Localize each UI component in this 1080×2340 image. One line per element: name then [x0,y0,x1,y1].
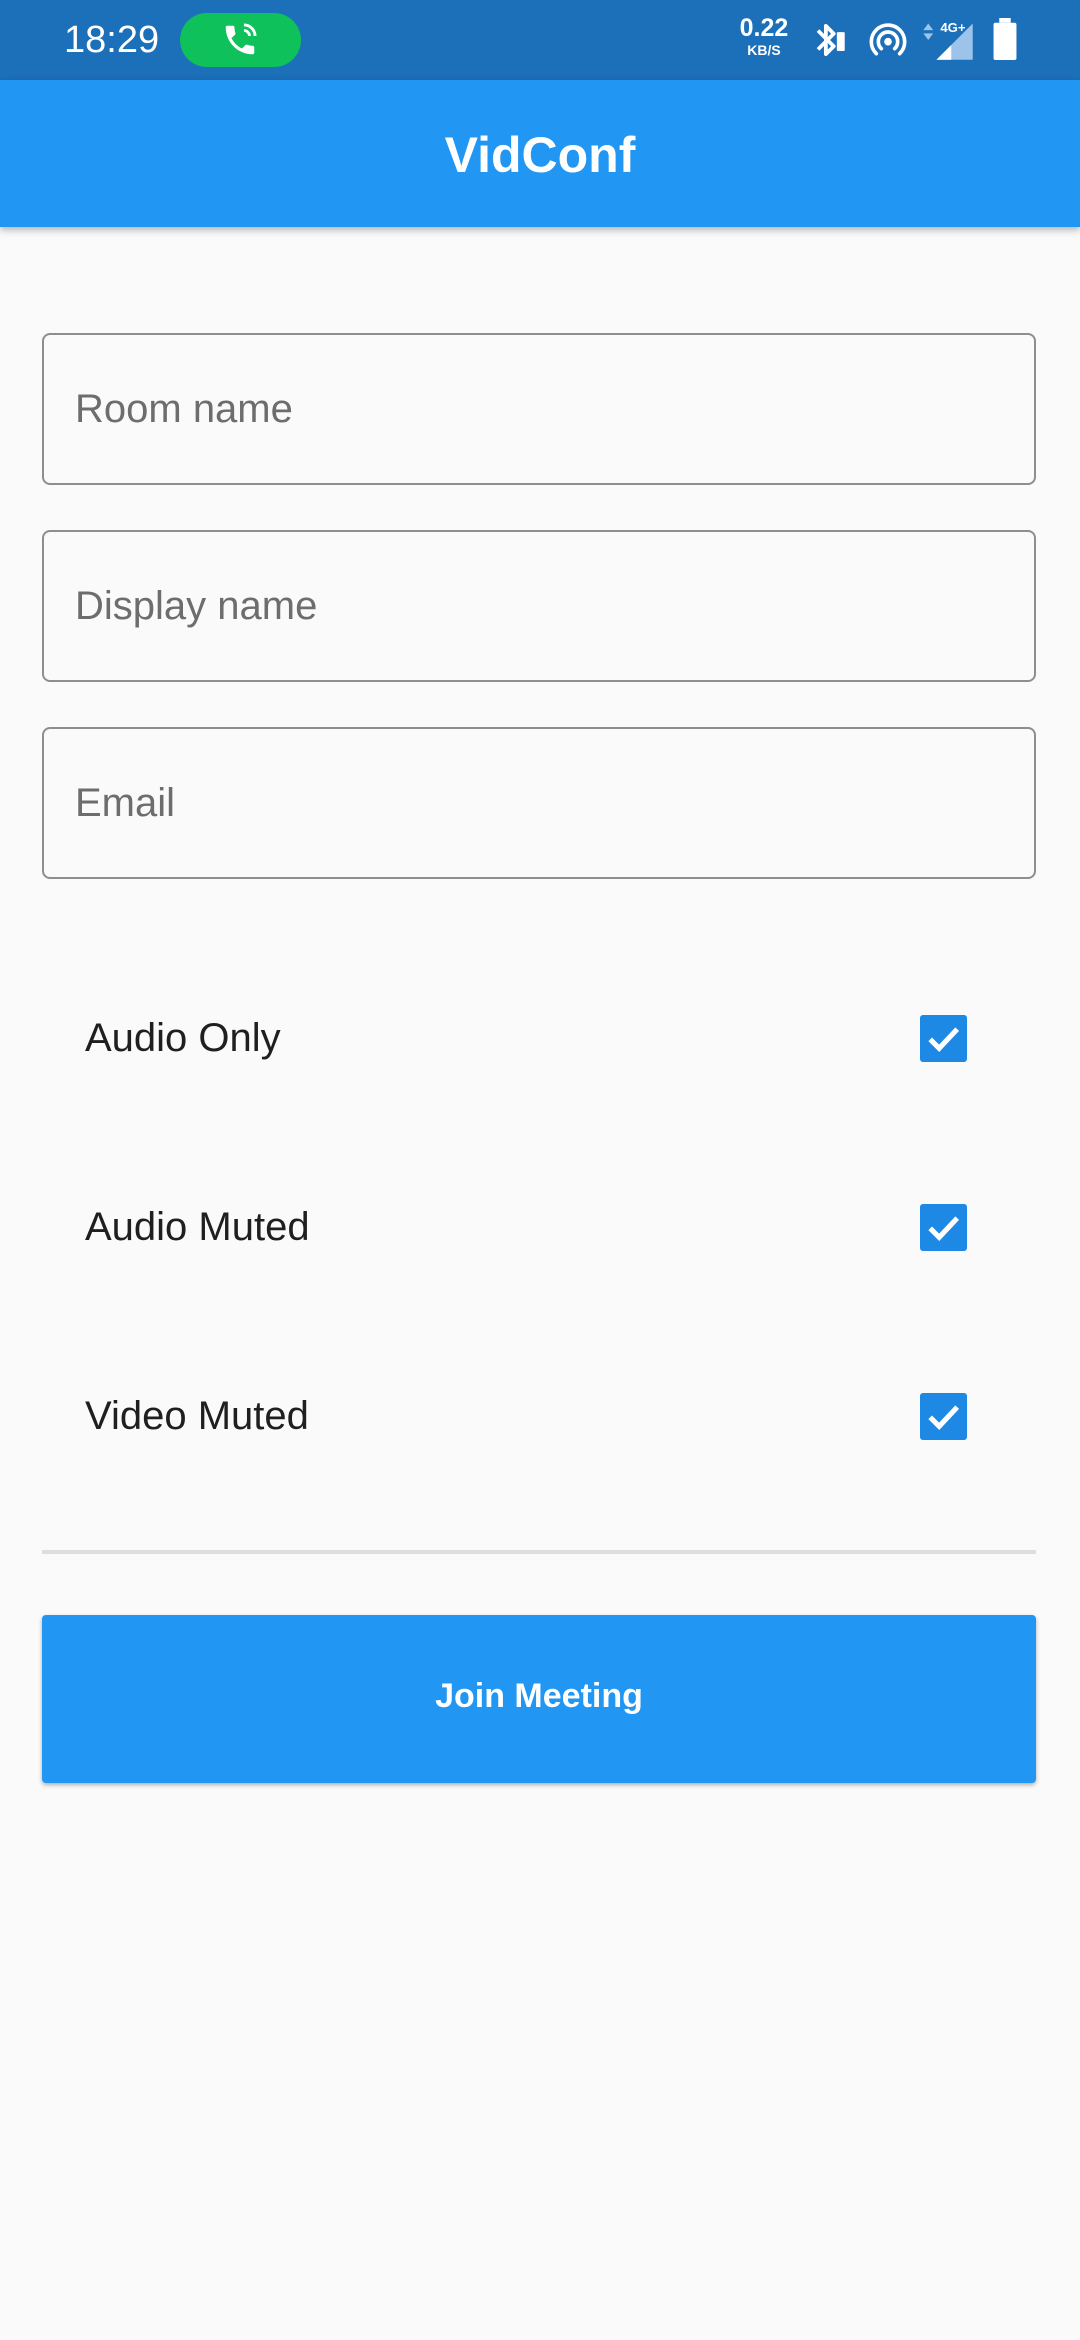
battery-icon [993,18,1017,60]
email-field[interactable] [42,727,1036,879]
network-type-label: 4G+ [940,20,966,35]
bluetooth-icon [816,23,845,57]
video-muted-checkbox[interactable] [920,1393,967,1440]
ongoing-call-indicator[interactable] [180,13,301,67]
app-title: VidConf [444,127,636,183]
room-name-field[interactable] [42,333,1036,485]
hotspot-icon [869,23,907,56]
room-name-input[interactable] [44,335,1034,483]
network-speed-indicator: 0.22 KB/S [736,14,792,58]
video-muted-label: Video Muted [85,1394,309,1438]
check-icon [928,1216,960,1241]
audio-muted-checkbox[interactable] [920,1204,967,1251]
join-meeting-button[interactable]: Join Meeting [42,1615,1036,1783]
display-name-input[interactable] [44,532,1034,680]
join-meeting-label: Join Meeting [435,1677,643,1715]
audio-only-checkbox[interactable] [920,1015,967,1062]
audio-muted-option[interactable]: Audio Muted [42,1162,1036,1292]
check-icon [928,1405,960,1430]
video-muted-option[interactable]: Video Muted [42,1351,1036,1481]
status-time: 18:29 [64,19,160,61]
audio-muted-label: Audio Muted [85,1205,310,1249]
audio-only-label: Audio Only [85,1016,281,1060]
email-input[interactable] [44,729,1034,877]
app-bar: VidConf [0,80,1080,227]
audio-only-option[interactable]: Audio Only [42,973,1036,1103]
network-speed-unit: KB/S [747,42,781,58]
signal-icon: 4G+ [923,20,973,60]
display-name-field[interactable] [42,530,1036,682]
check-icon [928,1027,960,1052]
network-speed-value: 0.22 [739,14,789,42]
divider [42,1550,1036,1554]
ongoing-call-icon [225,23,257,55]
status-bar: 18:29 0.22 KB/S 4G+ [0,0,1080,80]
